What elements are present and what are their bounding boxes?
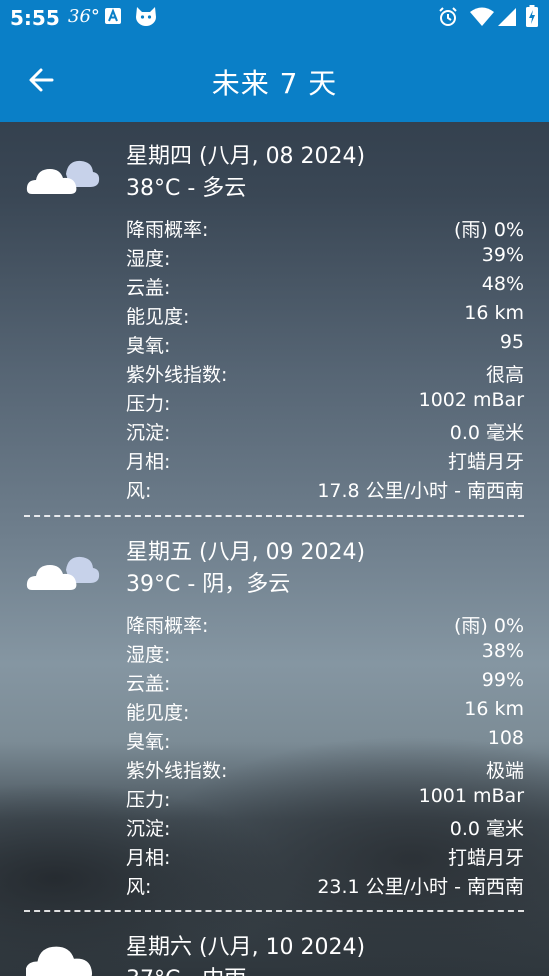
day-divider	[24, 515, 524, 517]
value-visibility: 16 km	[464, 302, 524, 324]
day-title: 星期五 (八月, 09 2024)	[126, 540, 366, 565]
detail-row-precipitation: 沉淀: 0.0 毫米	[126, 418, 524, 447]
day-summary: 38°C - 多云	[126, 176, 247, 201]
detail-row-moon-phase: 月相: 打蜡月牙	[126, 843, 524, 872]
label-precip: 降雨概率:	[126, 219, 209, 241]
rain-cloud-icon	[26, 946, 93, 976]
value-pressure: 1002 mBar	[418, 389, 524, 411]
wifi-icon	[470, 7, 494, 26]
detail-row-precipitation: 沉淀: 0.0 毫米	[126, 814, 524, 843]
detail-row-pressure: 压力: 1001 mBar	[126, 785, 524, 814]
value-moon-phase: 打蜡月牙	[447, 847, 524, 869]
day-summary: 37°C - 中雨	[126, 961, 246, 976]
detail-row-ozone: 臭氧: 108	[126, 727, 524, 756]
cloudy-icon	[26, 160, 100, 194]
value-humidity: 38%	[481, 640, 524, 662]
label-cloud-cover: 云盖:	[126, 277, 171, 299]
label-wind: 风:	[126, 480, 152, 502]
detail-row-humidity: 湿度: 39%	[126, 244, 524, 273]
app-a-icon	[105, 8, 121, 24]
battery-icon	[526, 5, 538, 27]
value-cloud-cover: 99%	[481, 669, 524, 691]
label-ozone: 臭氧:	[126, 335, 171, 357]
detail-row-visibility: 能见度: 16 km	[126, 302, 524, 331]
value-ozone: 108	[487, 727, 524, 749]
page-title: 未来 7 天	[211, 67, 338, 100]
forecast-day[interactable]: 星期五 (八月, 09 2024) 39°C - 阴，多云 降雨概率: (雨) 0…	[0, 518, 549, 910]
label-moon-phase: 月相:	[126, 451, 171, 473]
value-precipitation: 0.0 毫米	[449, 818, 524, 840]
cat-face-icon	[136, 7, 156, 26]
detail-row-pressure: 压力: 1002 mBar	[126, 389, 524, 418]
label-precip: 降雨概率:	[126, 615, 209, 637]
forecast-day[interactable]: 星期四 (八月, 08 2024) 38°C - 多云 降雨概率: (雨) 0% …	[0, 122, 549, 522]
day-summary: 39°C - 阴，多云	[126, 572, 291, 597]
label-ozone: 臭氧:	[126, 731, 171, 753]
detail-row-uv-index: 紫外线指数: 很高	[126, 360, 524, 389]
value-moon-phase: 打蜡月牙	[447, 451, 524, 473]
label-wind: 风:	[126, 876, 152, 898]
label-visibility: 能见度:	[126, 306, 190, 328]
detail-row-visibility: 能见度: 16 km	[126, 698, 524, 727]
value-cloud-cover: 48%	[481, 273, 524, 295]
cloudy-icon	[26, 556, 100, 590]
detail-row-cloud-cover: 云盖: 48%	[126, 273, 524, 302]
signal-icon	[498, 8, 516, 26]
value-humidity: 39%	[481, 244, 524, 266]
day-title: 星期四 (八月, 08 2024)	[126, 144, 366, 169]
value-wind: 23.1 公里/小时 - 南西南	[317, 876, 524, 898]
value-uv-index: 很高	[485, 364, 524, 386]
label-cloud-cover: 云盖:	[126, 673, 171, 695]
detail-row-cloud-cover: 云盖: 99%	[126, 669, 524, 698]
detail-row-wind: 风: 17.8 公里/小时 - 南西南	[126, 476, 524, 505]
detail-row-precip: 降雨概率: (雨) 0%	[126, 611, 524, 640]
detail-row-wind: 风: 23.1 公里/小时 - 南西南	[126, 872, 524, 901]
value-visibility: 16 km	[464, 698, 524, 720]
label-pressure: 压力:	[126, 789, 171, 811]
status-bar: 5:55 36°	[0, 0, 549, 36]
app-bar: 未来 7 天	[0, 36, 549, 122]
label-visibility: 能见度:	[126, 702, 190, 724]
label-precipitation: 沉淀:	[126, 422, 171, 444]
label-uv-index: 紫外线指数:	[126, 760, 228, 782]
detail-row-humidity: 湿度: 38%	[126, 640, 524, 669]
detail-row-moon-phase: 月相: 打蜡月牙	[126, 447, 524, 476]
status-temperature: 36°	[68, 6, 100, 27]
label-pressure: 压力:	[126, 393, 171, 415]
value-precip: (雨) 0%	[453, 615, 524, 637]
label-precipitation: 沉淀:	[126, 818, 171, 840]
value-pressure: 1001 mBar	[418, 785, 524, 807]
forecast-day[interactable]: 星期六 (八月, 10 2024) 37°C - 中雨	[0, 913, 549, 976]
status-time: 5:55	[10, 6, 60, 30]
alarm-icon	[439, 7, 457, 26]
value-uv-index: 极端	[485, 760, 524, 782]
value-precip: (雨) 0%	[453, 219, 524, 241]
value-precipitation: 0.0 毫米	[449, 422, 524, 444]
label-moon-phase: 月相:	[126, 847, 171, 869]
day-divider	[24, 910, 524, 912]
value-ozone: 95	[499, 331, 524, 353]
value-wind: 17.8 公里/小时 - 南西南	[317, 480, 524, 502]
label-uv-index: 紫外线指数:	[126, 364, 228, 386]
detail-row-ozone: 臭氧: 95	[126, 331, 524, 360]
label-humidity: 湿度:	[126, 248, 171, 270]
detail-row-precip: 降雨概率: (雨) 0%	[126, 215, 524, 244]
day-title: 星期六 (八月, 10 2024)	[126, 935, 366, 960]
label-humidity: 湿度:	[126, 644, 171, 666]
detail-row-uv-index: 紫外线指数: 极端	[126, 756, 524, 785]
